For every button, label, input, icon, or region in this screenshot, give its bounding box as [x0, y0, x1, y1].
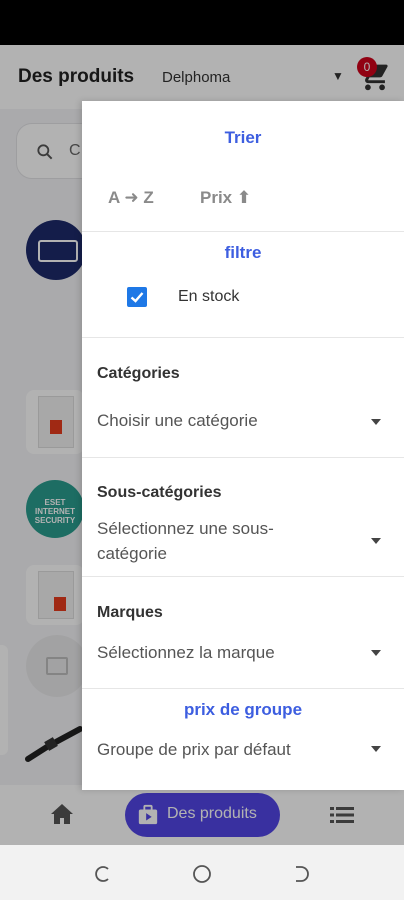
sort-price-button[interactable]: Prix ⬆ [200, 188, 251, 208]
chevron-down-icon[interactable] [369, 537, 383, 545]
categories-label: Catégories [97, 365, 180, 382]
divider [82, 688, 404, 689]
in-stock-checkbox[interactable] [127, 287, 147, 307]
sort-az-button[interactable]: A ➜ Z [108, 188, 154, 208]
status-bar [0, 0, 404, 45]
filter-title: filtre [224, 243, 262, 262]
divider [82, 337, 404, 338]
price-group-select[interactable]: Groupe de prix par défaut [97, 737, 337, 762]
system-navigation-bar [0, 845, 404, 900]
categories-select[interactable]: Choisir une catégorie [97, 408, 337, 433]
home-button-icon[interactable] [192, 864, 212, 884]
subcategories-label: Sous-catégories [97, 484, 222, 501]
chevron-down-icon[interactable] [369, 649, 383, 657]
recent-apps-icon[interactable] [93, 864, 113, 884]
brands-select[interactable]: Sélectionnez la marque [97, 640, 337, 665]
sort-title: Trier [224, 128, 262, 147]
divider [82, 576, 404, 577]
chevron-down-icon[interactable] [369, 418, 383, 426]
check-icon [130, 292, 144, 303]
back-icon[interactable] [291, 864, 311, 884]
brands-label: Marques [97, 604, 163, 621]
price-group-title: prix de groupe [183, 700, 303, 719]
in-stock-label: En stock [178, 288, 240, 305]
chevron-down-icon[interactable] [369, 745, 383, 753]
subcategories-select[interactable]: Sélectionnez une sous-catégorie [97, 516, 337, 566]
divider [82, 457, 404, 458]
filter-panel: Trier A ➜ Z Prix ⬆ filtre En stock Catég… [82, 101, 404, 790]
divider [82, 231, 404, 232]
